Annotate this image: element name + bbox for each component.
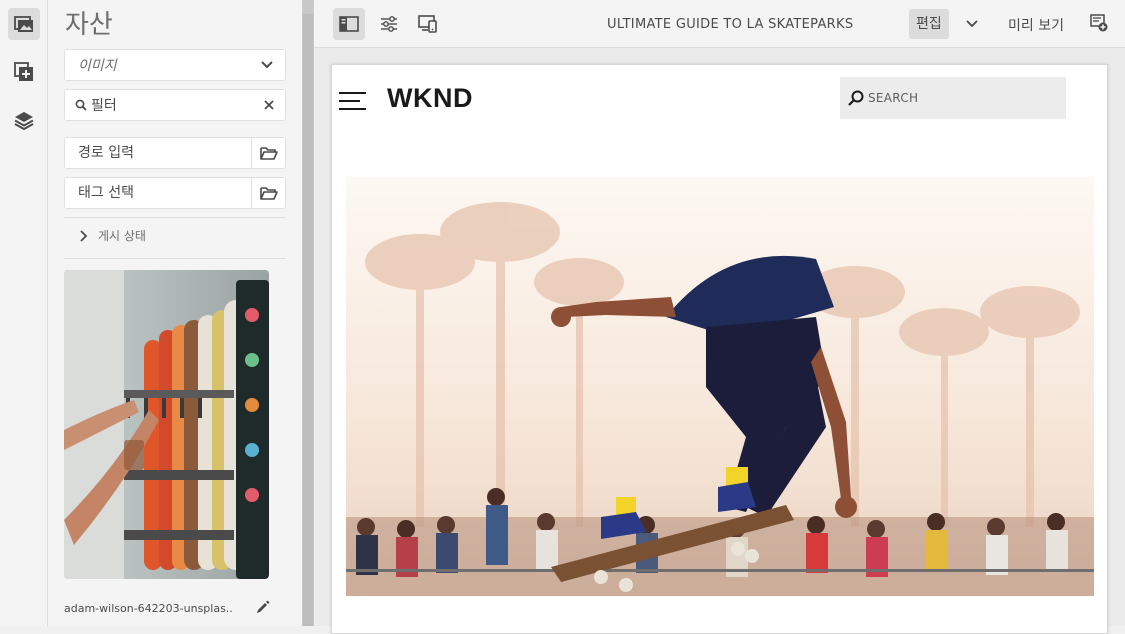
- chevron-down-icon: [966, 20, 978, 28]
- content-tree-button[interactable]: [8, 104, 40, 136]
- asset-thumbnail[interactable]: [64, 270, 269, 579]
- side-panel-icon: [339, 16, 359, 32]
- chevron-right-icon: [80, 229, 88, 242]
- tag-field[interactable]: 태그 선택: [64, 177, 286, 209]
- hero-image[interactable]: [346, 177, 1094, 596]
- assets-panel: 자산 이미지 필터 경로 입력 태그 선택 게시 상태 adam-wilson-…: [48, 0, 302, 626]
- folder-icon: [259, 187, 278, 200]
- mode-dropdown-button[interactable]: [962, 14, 982, 34]
- editor-toolbar: ULTIMATE GUIDE TO LA SKATEPARKS 편집 미리 보기: [314, 0, 1125, 48]
- divider: [64, 258, 286, 259]
- publish-status-toggle[interactable]: 게시 상태: [74, 227, 146, 244]
- chevron-down-icon: [261, 61, 273, 69]
- assets-finder-button[interactable]: [8, 8, 40, 40]
- panel-splitter-handle[interactable]: [303, 14, 313, 626]
- devices-icon: [418, 15, 437, 33]
- asset-type-select[interactable]: 이미지: [64, 49, 286, 81]
- components-button[interactable]: [8, 56, 40, 88]
- hamburger-menu-button[interactable]: [339, 90, 367, 112]
- folder-icon: [259, 147, 278, 160]
- edit-asset-button[interactable]: [256, 599, 272, 615]
- path-browse-button[interactable]: [252, 138, 285, 168]
- page-info-icon: [1090, 14, 1108, 32]
- site-logo[interactable]: WKND: [387, 83, 473, 114]
- clear-icon[interactable]: [264, 100, 274, 110]
- toggle-side-panel-button[interactable]: [333, 8, 365, 40]
- search-placeholder: SEARCH: [868, 91, 919, 105]
- search-icon: [75, 99, 87, 111]
- page-properties-button[interactable]: [373, 8, 405, 40]
- preview-button[interactable]: 미리 보기: [1008, 15, 1064, 35]
- pencil-icon: [257, 600, 270, 613]
- asset-filename: adam-wilson-642203-unsplas...: [64, 602, 234, 615]
- emulator-button[interactable]: [412, 8, 444, 40]
- tag-input[interactable]: 태그 선택: [65, 178, 252, 208]
- edit-mode-button[interactable]: 편집: [909, 9, 949, 39]
- tag-browse-button[interactable]: [252, 178, 285, 208]
- panel-title: 자산: [65, 10, 113, 40]
- asset-type-value: 이미지: [78, 58, 117, 74]
- components-icon: [14, 62, 33, 81]
- divider: [64, 217, 286, 218]
- filter-input[interactable]: 필터: [64, 89, 286, 121]
- asset-thumbnail-image: [64, 270, 269, 579]
- side-rail: [0, 0, 48, 626]
- sliders-icon: [381, 16, 397, 32]
- menu-icon: [339, 92, 366, 110]
- path-field[interactable]: 경로 입력: [64, 137, 286, 169]
- search-icon: [848, 90, 864, 106]
- page-frame: WKND SEARCH: [331, 64, 1108, 634]
- content-tree-icon: [14, 112, 34, 130]
- filter-text: 필터: [91, 98, 117, 114]
- hero-image-graphic: [346, 177, 1094, 596]
- site-search[interactable]: SEARCH: [840, 77, 1066, 119]
- path-input[interactable]: 경로 입력: [65, 138, 252, 168]
- assets-finder-icon: [14, 16, 33, 32]
- page-info-button[interactable]: [1090, 14, 1110, 34]
- publish-status-label: 게시 상태: [98, 229, 146, 243]
- page-title: ULTIMATE GUIDE TO LA SKATEPARKS: [607, 17, 854, 32]
